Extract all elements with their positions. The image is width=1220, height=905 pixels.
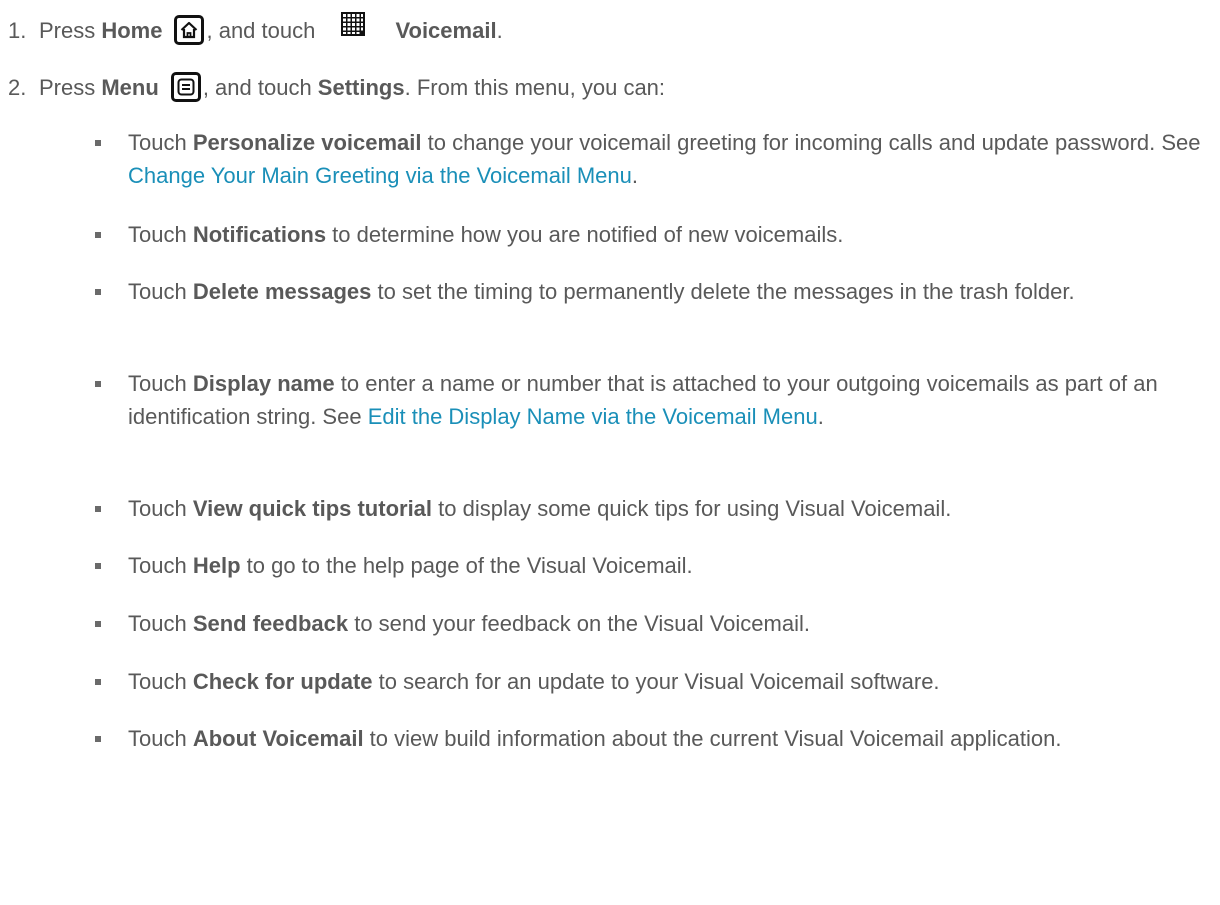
bullet-icon: [95, 679, 101, 685]
menu-key-label: Menu: [101, 75, 159, 100]
bullet-icon: [95, 289, 101, 295]
edit-display-name-link[interactable]: Edit the Display Name via the Voicemail …: [368, 404, 818, 429]
bullet-icon: [95, 140, 101, 146]
step-2: 2. Press Menu, and touch Settings. From t…: [8, 72, 665, 104]
change-main-greeting-link[interactable]: Change Your Main Greeting via the Voicem…: [128, 163, 632, 188]
option-about-voicemail: Touch About Voicemail to view build info…: [128, 726, 1062, 751]
home-icon: [174, 15, 205, 46]
option-title: Help: [192, 553, 241, 578]
bullet-icon: [95, 232, 101, 238]
option-view-quick-tips-tutorial: Touch View quick tips tutorial to displa…: [128, 496, 952, 521]
option-title: About Voicemail: [192, 726, 364, 751]
option-title: Display name: [192, 371, 335, 396]
voicemail-app-label: Voicemail: [395, 18, 497, 43]
bullet-icon: [95, 506, 101, 512]
option-help: Touch Help to go to the help page of the…: [128, 553, 693, 578]
bullet-icon: [95, 563, 101, 569]
home-key-label: Home: [101, 18, 163, 43]
option-check-for-update: Touch Check for update to search for an …: [128, 669, 940, 694]
option-title: Personalize voicemail: [192, 130, 422, 155]
option-title: Send feedback: [192, 611, 349, 636]
option-title: Delete messages: [192, 279, 372, 304]
step-number: 1.: [8, 18, 27, 43]
option-delete-messages: Touch Delete messages to set the timing …: [128, 279, 1075, 304]
settings-label: Settings: [317, 75, 405, 100]
option-title: View quick tips tutorial: [192, 496, 433, 521]
bullet-icon: [95, 736, 101, 742]
option-title: Check for update: [192, 669, 373, 694]
step-number: 2.: [8, 75, 27, 100]
option-send-feedback: Touch Send feedback to send your feedbac…: [128, 611, 810, 636]
option-display-name: Touch Display name to enter a name or nu…: [128, 371, 1158, 429]
option-notifications: Touch Notifications to determine how you…: [128, 222, 844, 247]
step-1: 1. Press Home, and touch Voicemail.: [8, 12, 503, 48]
menu-icon: [170, 72, 201, 103]
apps-grid-icon: [341, 12, 366, 44]
bullet-icon: [95, 381, 101, 387]
bullet-icon: [95, 621, 101, 627]
option-personalize-voicemail: Touch Personalize voicemail to change yo…: [128, 130, 1201, 188]
option-title: Notifications: [192, 222, 327, 247]
